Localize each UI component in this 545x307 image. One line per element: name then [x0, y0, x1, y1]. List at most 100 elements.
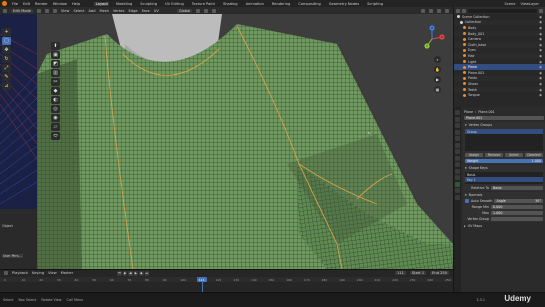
modifier-tab-icon[interactable]	[455, 155, 460, 161]
menu-vertex[interactable]: Vertex	[113, 9, 125, 13]
polybuild-tool-icon[interactable]: ◆	[51, 87, 60, 95]
menu-edge[interactable]: Edge	[129, 9, 138, 13]
annotate-tool-icon[interactable]: ✎	[2, 73, 11, 81]
object-tab-icon[interactable]	[455, 149, 460, 154]
inset-tool-icon[interactable]: ▣	[51, 51, 60, 59]
visibility-eye-icon[interactable]: ◉	[539, 54, 542, 58]
menu-file[interactable]: File	[12, 2, 18, 6]
remove-button[interactable]: Remove	[485, 152, 503, 158]
select-box-tool-icon[interactable]: ▢	[2, 37, 11, 45]
visibility-eye-icon[interactable]: ◉	[539, 82, 542, 86]
menu-mesh[interactable]: Mesh	[100, 9, 109, 13]
range-min-field[interactable]: 0.000	[491, 204, 543, 210]
start-frame-field[interactable]: Start 1	[409, 271, 427, 276]
scene-selector[interactable]: Scene	[504, 2, 515, 6]
visibility-eye-icon[interactable]: ◉	[539, 48, 542, 52]
face-select-icon[interactable]	[52, 8, 57, 13]
menu-face[interactable]: Face	[142, 9, 150, 13]
transform-orientation[interactable]: Global	[176, 8, 193, 13]
menu-help[interactable]: Help	[72, 2, 80, 6]
current-frame-field[interactable]: 111	[395, 271, 406, 276]
prev-key-icon[interactable]: ◆	[122, 271, 128, 276]
left-view-label2[interactable]: User Pers...	[2, 254, 23, 258]
play-reverse-icon[interactable]: ◀	[128, 271, 133, 276]
visibility-eye-icon[interactable]: ◉	[539, 26, 542, 30]
viewport-shading-material-icon[interactable]	[437, 8, 441, 13]
bevel-tool-icon[interactable]: ◩	[51, 60, 60, 68]
navigation-gizmo[interactable]: X Y Z	[417, 24, 447, 54]
shape-keys-list[interactable]: Basis Key 1	[465, 172, 543, 184]
workspace-tab-modeling[interactable]: Modeling	[114, 2, 133, 6]
workspace-tab-scripting[interactable]: Scripting	[366, 2, 385, 6]
filter-icon[interactable]	[539, 8, 543, 13]
blender-logo-icon[interactable]	[2, 1, 7, 6]
workspace-tab-sculpting[interactable]: Sculpting	[139, 2, 159, 6]
timeline-editor-icon[interactable]	[4, 271, 8, 276]
max-field[interactable]: 1.000	[491, 210, 543, 216]
visibility-eye-icon[interactable]: ◉	[539, 93, 542, 97]
view-layer-selector[interactable]: ViewLayer	[520, 2, 539, 6]
menu-view[interactable]: View	[61, 9, 70, 13]
workspace-tab-animation[interactable]: Animation	[244, 2, 265, 6]
vertex-groups-header[interactable]: ▾ Vertex Groups	[463, 122, 545, 128]
loopcut-tool-icon[interactable]: ▥	[51, 69, 60, 77]
timeline-menu-view[interactable]: View	[48, 271, 57, 275]
proportional-edit-icon[interactable]	[212, 8, 217, 13]
visibility-eye-icon[interactable]: ◉	[539, 20, 542, 24]
workspace-tab-layout[interactable]: Layout	[94, 1, 110, 6]
cursor-tool-icon[interactable]: +	[2, 28, 11, 36]
edge-select-icon[interactable]	[44, 8, 49, 13]
view-layer-tab-icon[interactable]	[455, 129, 460, 135]
material-tab-icon[interactable]	[455, 188, 460, 193]
weight-field[interactable]: Weight 1.000	[465, 158, 543, 164]
menu-window[interactable]: Window	[53, 2, 67, 6]
deselect-button[interactable]: Deselect	[525, 152, 543, 158]
viewport-shading-render-icon[interactable]	[445, 8, 449, 13]
rotate-tool-icon[interactable]: ↻	[2, 55, 11, 63]
vertex-group-field[interactable]	[491, 216, 543, 222]
outliner-editor-icon[interactable]	[456, 8, 460, 13]
vertex-groups-list[interactable]: Group	[465, 129, 543, 151]
visibility-eye-icon[interactable]: ◉	[539, 76, 542, 80]
measure-tool-icon[interactable]: ⊿	[2, 82, 11, 90]
vertex-group-item[interactable]: Group	[465, 129, 543, 134]
viewport-shading-solid-icon[interactable]	[429, 8, 433, 13]
outliner-search-input[interactable]	[468, 8, 537, 13]
render-tab-icon[interactable]	[455, 116, 460, 122]
visibility-eye-icon[interactable]: ◉	[539, 43, 542, 47]
timeline-menu-keying[interactable]: Keying	[32, 271, 44, 275]
shape-key-1[interactable]: Key 1	[465, 177, 543, 182]
shrink-tool-icon[interactable]: ◉	[51, 114, 60, 122]
snap-icon[interactable]	[204, 8, 209, 13]
menu-edit[interactable]: Edit	[23, 2, 30, 6]
play-icon[interactable]: ▶	[133, 271, 139, 276]
assign-button[interactable]: Assign	[465, 152, 483, 158]
visibility-eye-icon[interactable]: ◉	[539, 37, 542, 41]
editor-type-icon[interactable]	[3, 8, 7, 13]
workspace-tab-compositing[interactable]: Compositing	[297, 2, 323, 6]
move-tool-icon[interactable]: ✥	[2, 46, 11, 54]
left-editor-view[interactable]: + ▢ ✥ ↻ ⤢ ✎ ⊿ Object User Pers...	[0, 14, 37, 269]
particles-tab-icon[interactable]	[455, 162, 460, 167]
zoom-icon[interactable]: ⌕	[434, 56, 441, 63]
viewport-shading-wire-icon[interactable]	[421, 8, 425, 13]
timeline-menu-marker[interactable]: Marker	[61, 271, 73, 275]
menu-render[interactable]: Render	[35, 2, 48, 6]
workspace-tab-geometry-nodes[interactable]: Geometry Nodes	[327, 2, 360, 6]
end-frame-field[interactable]: End 250	[430, 271, 449, 276]
visibility-eye-icon[interactable]: ◉	[539, 65, 542, 69]
jump-end-icon[interactable]: ⏭	[144, 271, 150, 276]
workspace-tab-texture-paint[interactable]: Texture Paint	[190, 2, 216, 6]
pan-hand-icon[interactable]: ✋	[434, 66, 441, 73]
world-tab-icon[interactable]	[455, 142, 460, 148]
next-key-icon[interactable]: ◆	[139, 271, 144, 276]
visibility-eye-icon[interactable]: ◉	[539, 32, 542, 36]
menu-add[interactable]: Add	[89, 9, 96, 13]
mesh-data-name-field[interactable]: Plane.001	[464, 115, 544, 121]
pivot-icon[interactable]	[196, 8, 201, 13]
rip-tool-icon[interactable]: ⬭	[51, 132, 60, 140]
grid-view-icon[interactable]: ▦	[434, 86, 441, 93]
visibility-eye-icon[interactable]: ◉	[539, 15, 542, 19]
workspace-tab-uv-editing[interactable]: UV Editing	[164, 2, 186, 6]
display-mode-icon[interactable]	[462, 8, 466, 13]
